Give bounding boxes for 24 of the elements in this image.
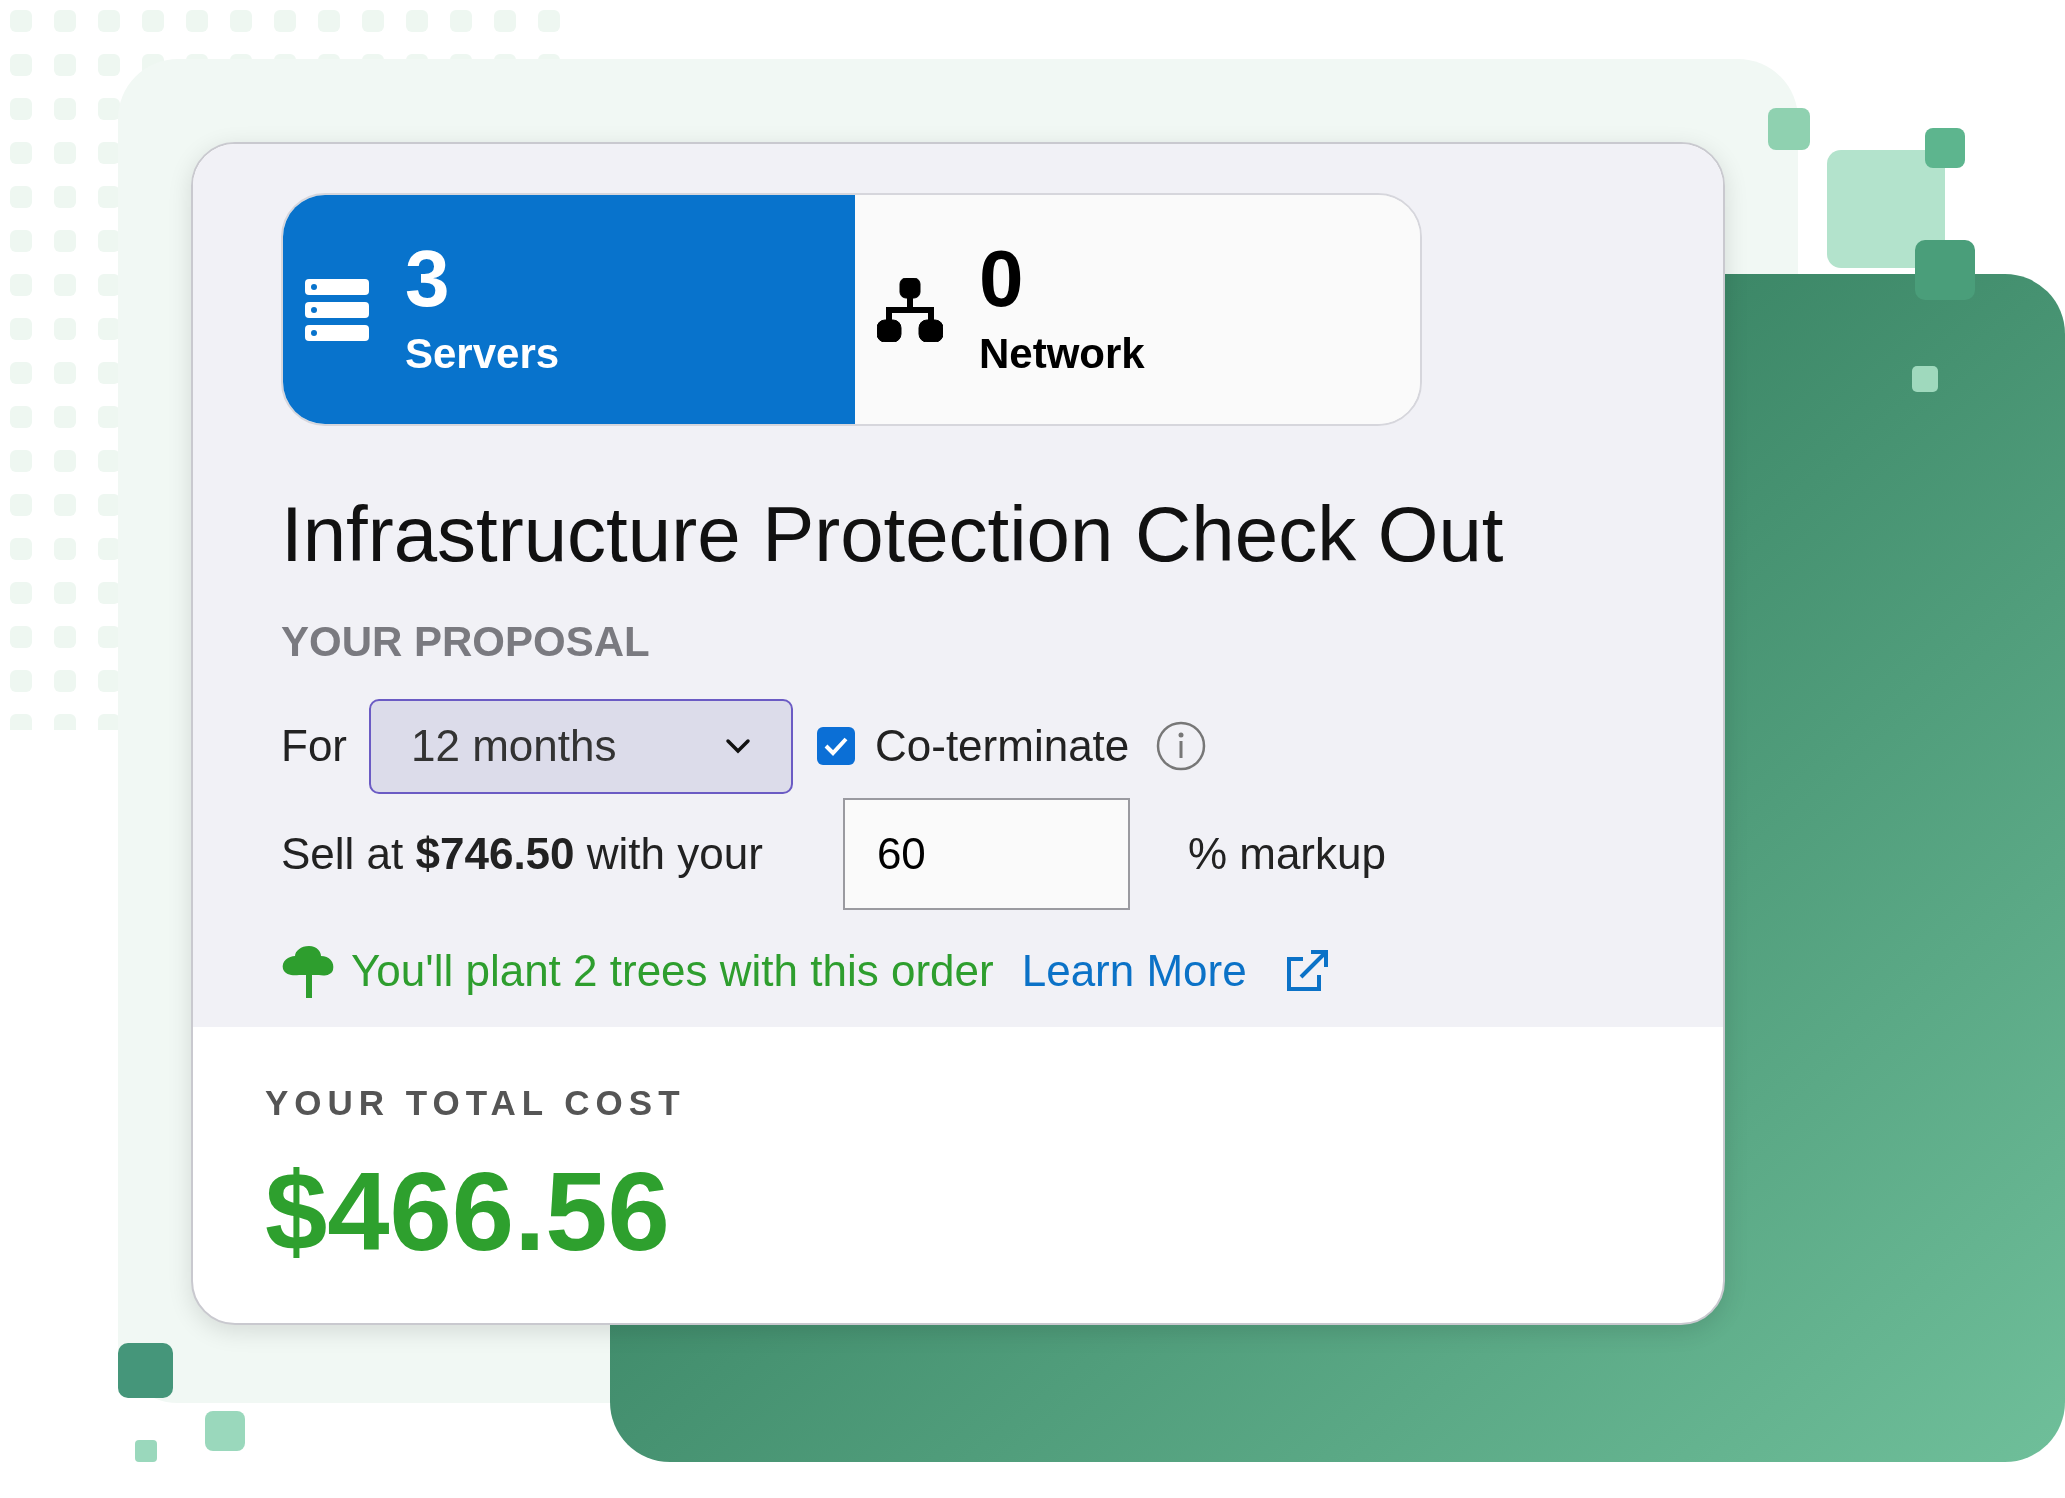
term-label: For	[281, 720, 347, 773]
learn-more-link[interactable]: Learn More	[1021, 937, 1247, 1004]
total-cost-amount: $466.56	[265, 1149, 671, 1273]
markup-field[interactable]: 60	[842, 797, 1130, 910]
server-stack-icon	[305, 278, 369, 341]
chevron-down-icon	[725, 738, 751, 755]
decorative-square	[135, 1440, 157, 1462]
trees-message: You'll plant 2 trees with this order	[351, 944, 994, 997]
servers-tab[interactable]: 3 Servers	[283, 195, 855, 424]
decorative-square	[118, 1343, 173, 1398]
decorative-square	[1768, 108, 1810, 150]
decorative-square	[1912, 366, 1938, 392]
network-nodes-icon	[877, 277, 943, 342]
checkmark-icon	[823, 735, 849, 758]
sell-price-text: Sell at $746.50 with your	[281, 827, 763, 880]
coterminate-checkbox[interactable]	[817, 727, 855, 766]
total-cost-label: YOUR TOTAL COST	[265, 1082, 687, 1125]
info-icon[interactable]	[1155, 720, 1208, 773]
coterminate-label: Co-terminate	[875, 720, 1130, 773]
decorative-square	[205, 1411, 245, 1451]
markup-label: % markup	[1187, 827, 1386, 880]
section-heading: YOUR PROPOSAL	[281, 616, 651, 667]
checkout-title: Infrastructure Protection Check Out	[281, 489, 1505, 580]
term-dropdown[interactable]: 12 months	[369, 698, 793, 794]
